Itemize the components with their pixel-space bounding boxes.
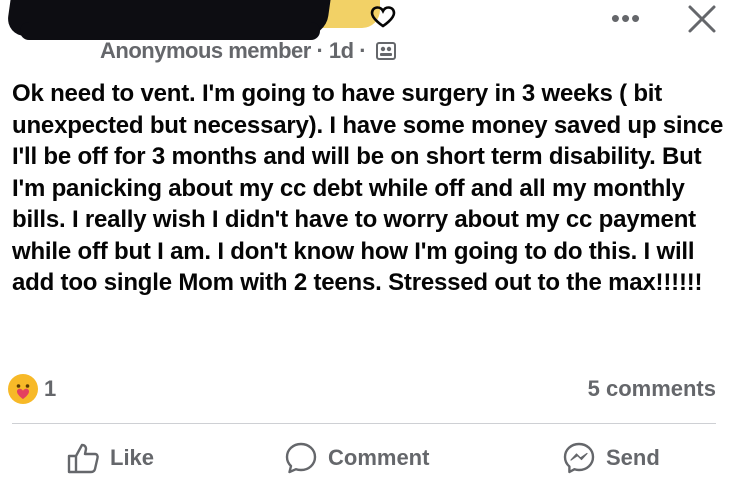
send-label: Send xyxy=(606,445,660,470)
meta-separator: · xyxy=(310,38,329,63)
post-time[interactable]: 1d xyxy=(329,38,354,63)
group-audience-icon xyxy=(375,42,396,60)
comments-count-link[interactable]: 5 comments xyxy=(588,376,716,402)
heart-icon xyxy=(370,6,396,32)
more-options-icon[interactable]: ••• xyxy=(606,0,646,36)
comment-label: Comment xyxy=(328,445,430,470)
action-bar: Like Comment Send xyxy=(0,430,740,486)
reaction-summary[interactable]: 1 xyxy=(8,372,56,406)
reaction-count: 1 xyxy=(44,376,57,401)
author-name[interactable]: Anonymous member xyxy=(100,38,311,63)
post-header: Anonymous member · 1d · ••• xyxy=(0,0,740,70)
send-button[interactable]: Send xyxy=(562,430,660,486)
author-line[interactable]: Anonymous member · 1d · xyxy=(100,38,396,64)
care-reaction-icon xyxy=(8,374,38,404)
messenger-icon xyxy=(563,442,595,474)
like-button[interactable]: Like xyxy=(66,430,154,486)
thumbs-up-icon xyxy=(67,443,99,474)
comment-bubble-icon xyxy=(285,442,317,474)
divider xyxy=(12,423,716,424)
comment-button[interactable]: Comment xyxy=(284,430,429,486)
meta-dot: · xyxy=(353,38,367,63)
like-label: Like xyxy=(110,445,155,470)
post-body-text: Ok need to vent. I'm going to have surge… xyxy=(12,80,724,296)
close-icon[interactable] xyxy=(682,4,722,36)
